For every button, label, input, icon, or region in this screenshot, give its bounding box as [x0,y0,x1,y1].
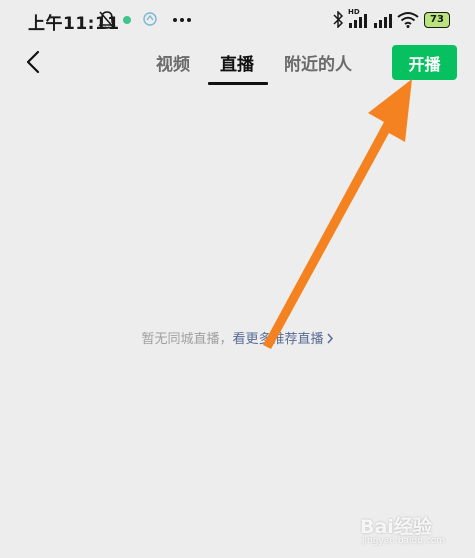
annotation-arrow-shape [263,79,412,349]
watermark-text: Bai经验 [360,516,432,538]
annotation-arrow [263,79,412,349]
watermark-subtext: jingyan.baidu.com [362,536,446,546]
baidu-watermark: Bai经验 [360,512,432,539]
baidu-watermark-sub: jingyan.baidu.com [362,536,445,546]
